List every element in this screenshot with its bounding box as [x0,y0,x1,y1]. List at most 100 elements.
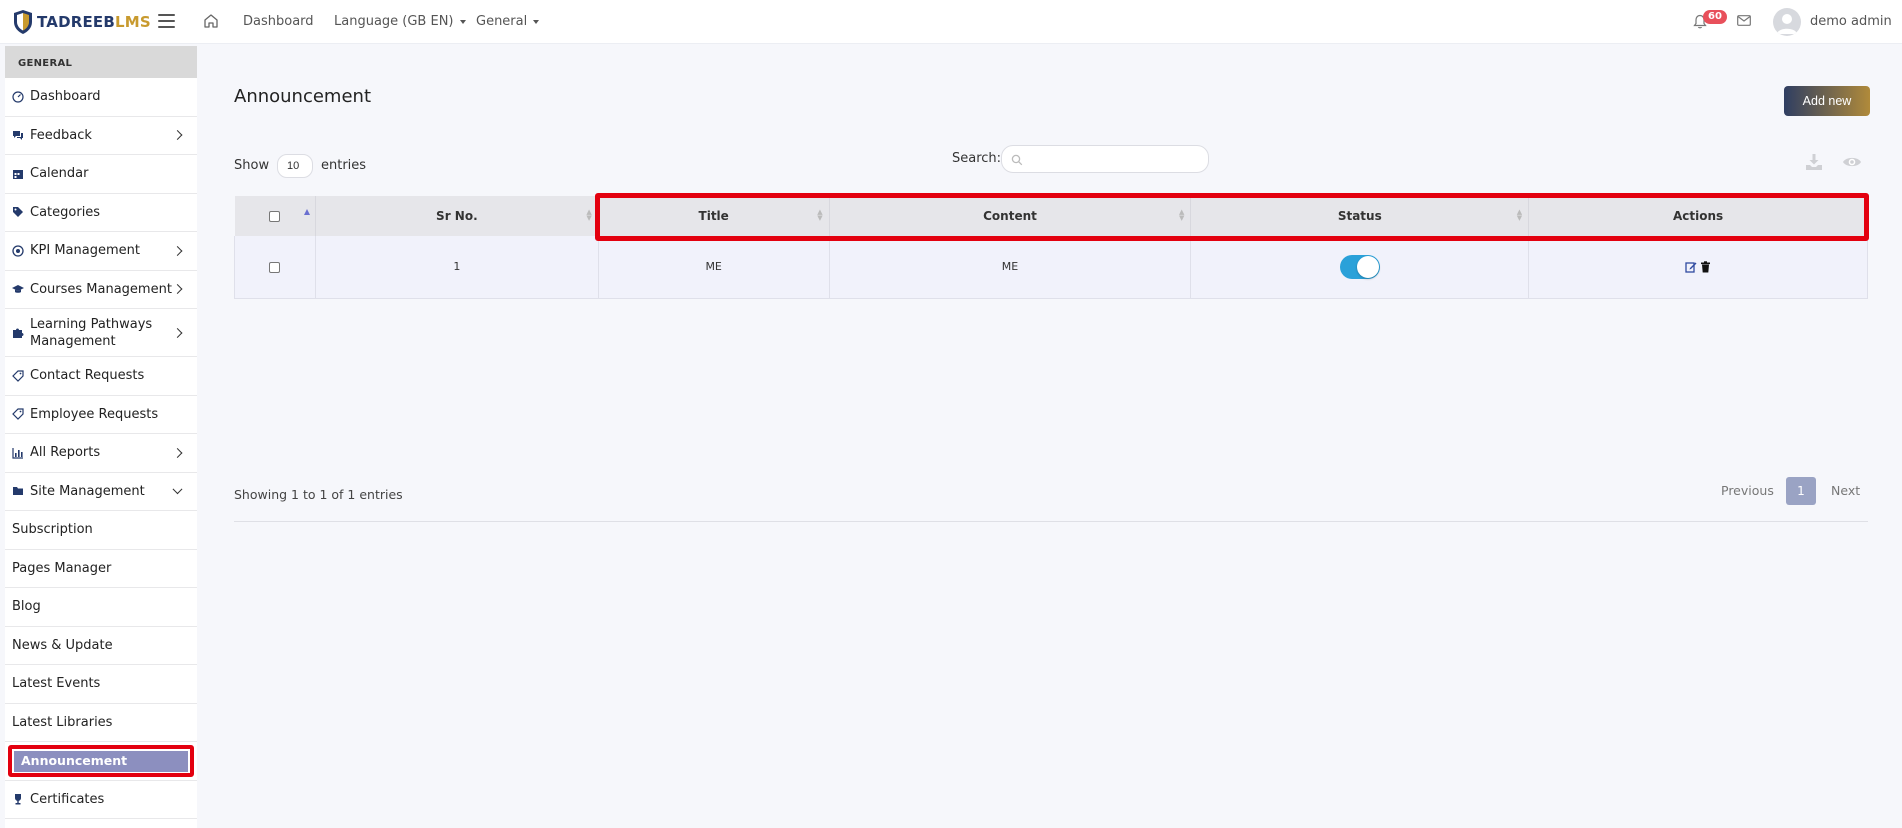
table-info-text: Showing 1 to 1 of 1 entries [234,487,403,502]
language-dropdown[interactable]: Language (GB EN) [334,14,466,29]
general-dropdown[interactable]: General [476,14,540,29]
pagination-next[interactable]: Next [1831,483,1860,498]
sidebar-item-dashboard[interactable]: Dashboard [5,78,197,117]
table-row: 1 ME ME [234,236,1868,299]
comments-icon [13,131,23,141]
tag-icon [12,408,24,421]
tags-icon [13,207,23,218]
sr-no-cell: 1 [315,236,599,299]
sidebar-subitem-pages-manager[interactable]: Pages Manager [5,550,197,588]
user-avatar-icon [1777,14,1797,34]
sort-icon: ▲ ▼ [1516,208,1523,222]
sidebar-item-contact-requests[interactable]: Contact Requests [5,357,197,396]
sidebar-item-label: Certificates [30,791,105,807]
column-header-label: Sr No. [436,209,478,223]
sidebar-item-kpi-management[interactable]: KPI Management [5,232,197,271]
chart-icon [12,447,23,459]
search-input[interactable] [1001,145,1209,173]
home-icon[interactable] [202,12,220,30]
announcements-table: Sr No. ▲ ▼ Title ▲ ▼ Content ▲ ▼ Status ▲ ▼ Acti… [234,196,1868,299]
sidebar-item-employee-requests[interactable]: Employee Requests [5,396,197,434]
logo-text-secondary: LMS [115,13,151,31]
chevron-down-icon [459,19,466,24]
folder-icon [13,487,23,496]
column-header-actions: Actions [1528,196,1868,236]
mail-icon[interactable] [1737,15,1751,26]
table-header-row: Sr No. ▲ ▼ Title ▲ ▼ Content ▲ ▼ Status ▲ ▼ Acti… [234,196,1868,236]
sidebar-item-label: Courses Management [30,281,172,297]
sidebar-subitem-latest-events[interactable]: Latest Events [5,665,197,704]
sidebar-subitem-label: Subscription [12,522,93,538]
sidebar-subitem-latest-libraries[interactable]: Latest Libraries [5,704,197,742]
column-header-content[interactable]: Content ▲ ▼ [829,196,1192,236]
sidebar-item-label: Feedback [30,127,92,143]
column-header-title[interactable]: Title ▲ ▼ [598,196,830,236]
actions-cell [1528,236,1868,299]
add-new-button[interactable]: Add new [1784,86,1870,116]
sidebar-item-certificates[interactable]: Certificates [5,781,197,819]
chevron-right-icon [172,327,183,338]
sidebar-subitem-label: Pages Manager [12,560,112,576]
sidebar-item-label: Learning Pathways Management [30,316,153,349]
nav-dashboard-link[interactable]: Dashboard [243,14,314,29]
sidebar-item-courses-management[interactable]: Courses Management [5,271,197,309]
puzzle-icon [13,328,24,338]
column-header-label: Status [1337,209,1382,223]
sidebar-item-feedback[interactable]: Feedback [5,117,197,155]
download-icon[interactable] [1804,152,1824,172]
sidebar-item-label: Site Management [30,483,145,499]
sidebar: GENERAL Dashboard Feedback Calendar Cate… [5,46,197,828]
chevron-right-icon [172,447,183,458]
pagination-page-1[interactable]: 1 [1786,477,1816,505]
row-checkbox[interactable] [269,261,281,273]
sidebar-subitem-blog[interactable]: Blog [5,588,197,627]
sidebar-item-label: Employee Requests [30,406,159,422]
sidebar-subitem-announcement[interactable]: Announcement [5,742,197,781]
sort-asc-icon [303,209,310,215]
show-label: Show [234,158,270,173]
graduation-cap-icon [12,285,24,293]
user-name-menu[interactable]: demo admin [1810,14,1892,29]
logo-text-primary: TADREEB [37,13,116,31]
sidebar-section-title: GENERAL [5,46,197,78]
chevron-right-icon [172,245,183,256]
column-header-sr-no[interactable]: Sr No. ▲ ▼ [315,196,599,236]
divider [234,521,1868,522]
entries-per-page-select[interactable] [277,154,313,178]
sidebar-item-site-management[interactable]: Site Management [5,473,197,511]
chevron-down-icon [533,19,540,24]
sidebar-subitem-label: Announcement [21,753,128,769]
select-all-checkbox[interactable] [269,211,281,222]
eye-icon[interactable] [1842,155,1862,169]
notification-count-badge: 60 [1703,10,1727,24]
general-label: General [476,14,528,29]
edit-icon[interactable] [1685,261,1697,273]
column-header-label: Title [698,209,729,223]
status-toggle[interactable] [1339,254,1380,279]
trophy-icon [15,794,21,805]
sidebar-item-all-reports[interactable]: All Reports [5,434,197,473]
search-label: Search: [952,151,1002,166]
language-label: Language (GB EN) [334,14,454,29]
search-icon [1011,154,1023,166]
avatar[interactable] [1773,8,1801,36]
pagination-previous[interactable]: Previous [1721,483,1774,498]
sidebar-item-label: Contact Requests [30,368,145,384]
select-all-header[interactable] [234,196,316,236]
status-cell [1190,236,1530,299]
delete-trash-icon[interactable] [1700,261,1711,273]
sort-icon: ▲ ▼ [1178,208,1185,222]
column-header-status[interactable]: Status ▲ ▼ [1190,196,1530,236]
sidebar-subitem-news-update[interactable]: News & Update [5,627,197,665]
sidebar-item-categories[interactable]: Categories [5,194,197,232]
sidebar-item-label: Calendar [30,166,89,182]
sidebar-subitem-subscription[interactable]: Subscription [5,511,197,550]
sidebar-item-calendar[interactable]: Calendar [5,155,197,194]
chevron-down-icon [172,484,183,495]
content-cell: ME [829,236,1192,299]
sidebar-item-learning-pathways[interactable]: Learning Pathways Management [5,309,197,357]
dashboard-gauge-icon [12,91,24,103]
sort-icon: ▲ ▼ [586,208,592,222]
brand-logo[interactable]: TADREEBLMS [13,9,151,35]
hamburger-menu-icon[interactable] [158,14,175,28]
